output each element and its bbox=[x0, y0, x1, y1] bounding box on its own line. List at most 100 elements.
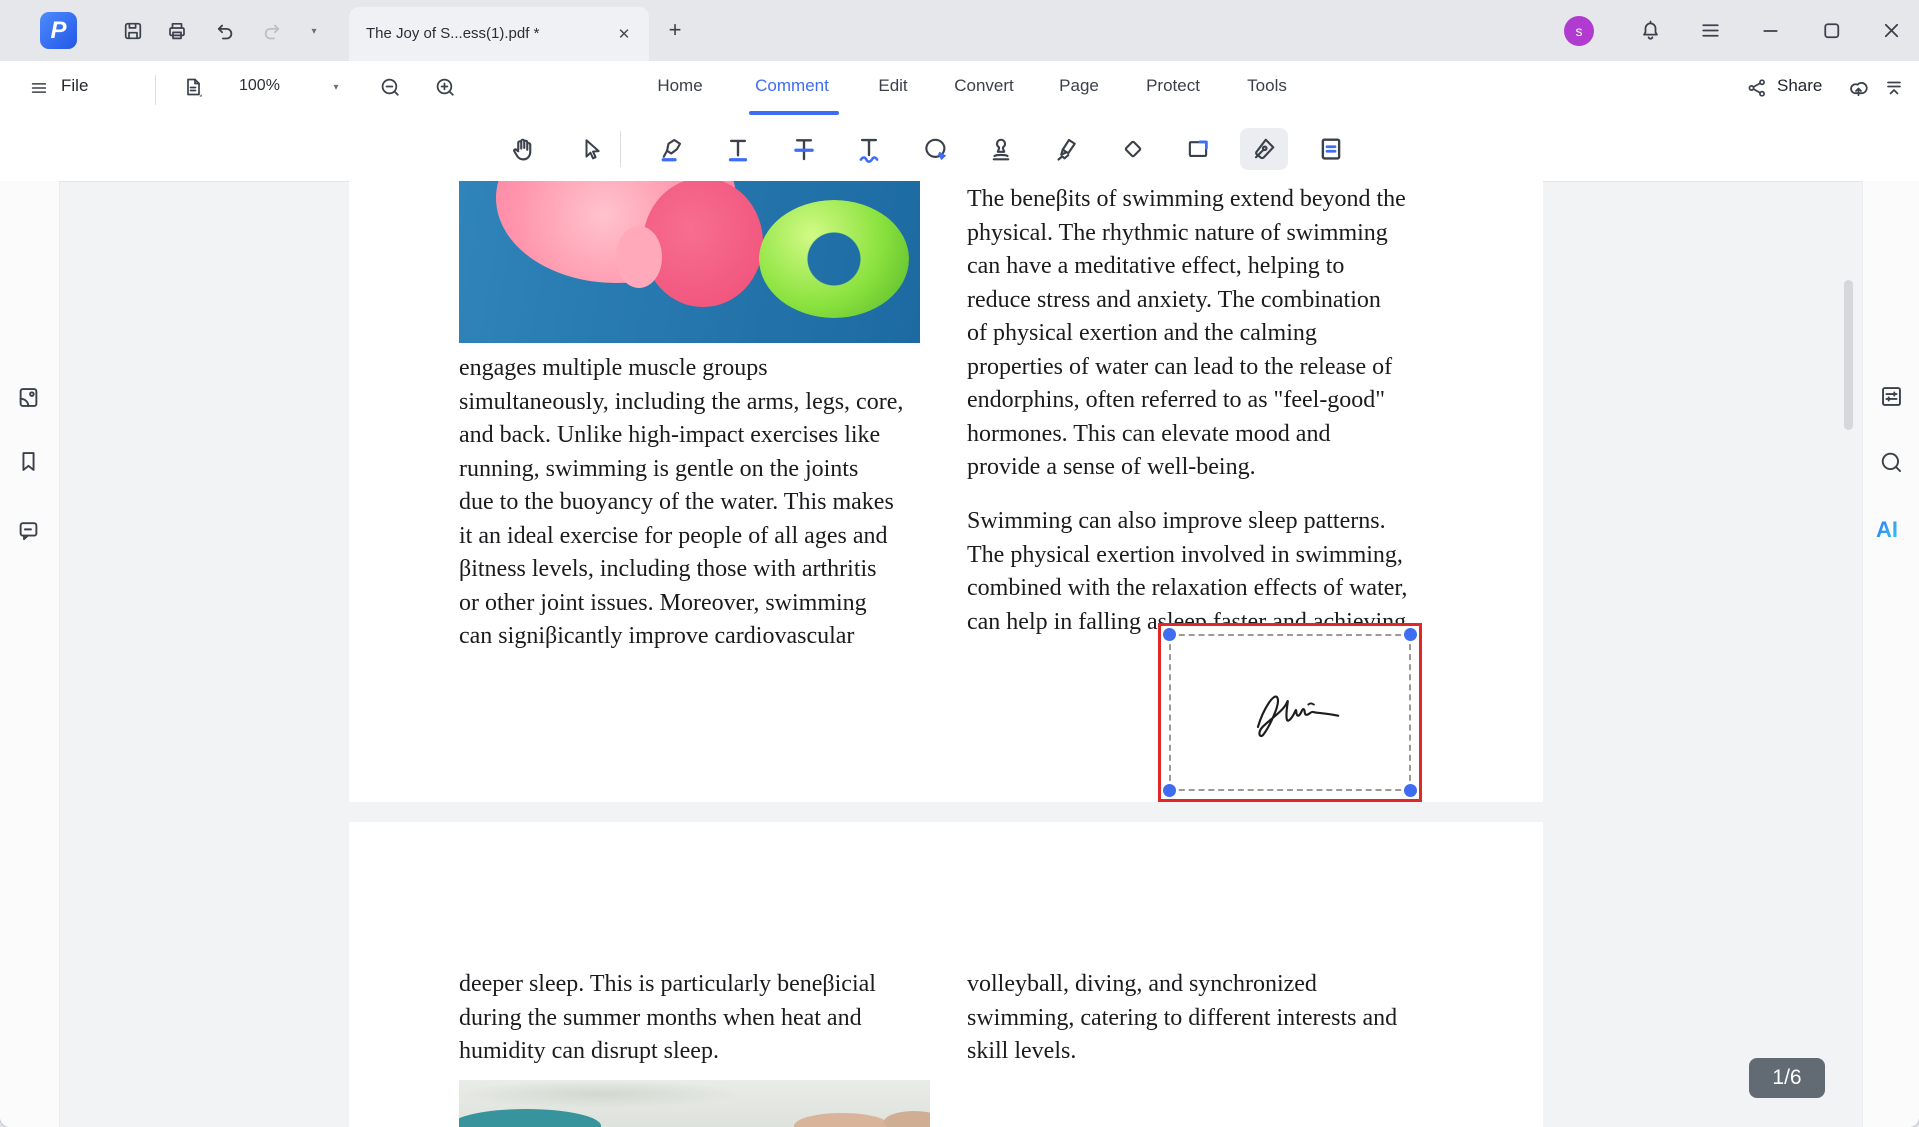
zoom-out-icon bbox=[381, 78, 399, 96]
pencil-tool-button[interactable] bbox=[1047, 129, 1087, 169]
zoom-dropdown-caret[interactable]: ▾ bbox=[322, 73, 350, 101]
note-tool-button[interactable] bbox=[1311, 129, 1351, 169]
text-line: Swimming can also improve sleep patterns… bbox=[967, 508, 1386, 534]
eraser-tool-button[interactable] bbox=[1113, 129, 1153, 169]
ai-panel-button[interactable]: AI bbox=[1876, 517, 1898, 543]
page-fit-icon bbox=[187, 78, 202, 97]
bookmark-icon bbox=[22, 452, 35, 471]
hand-tool-button[interactable] bbox=[503, 129, 543, 169]
close-window-button[interactable] bbox=[1877, 16, 1905, 44]
sliders-icon bbox=[1882, 387, 1901, 406]
collapse-toolbar-button[interactable] bbox=[1880, 74, 1908, 102]
tab-tools[interactable]: Tools bbox=[1247, 61, 1287, 111]
pink-float-tail bbox=[615, 226, 662, 288]
properties-panel-button[interactable] bbox=[1878, 383, 1905, 410]
annotations-panel-button[interactable] bbox=[15, 517, 42, 544]
bell-icon bbox=[1642, 20, 1658, 40]
redo-button[interactable] bbox=[258, 17, 286, 45]
print-icon bbox=[169, 22, 185, 40]
teal-shape bbox=[459, 1109, 601, 1127]
save-button[interactable] bbox=[119, 17, 147, 45]
ellipse-tool-button[interactable] bbox=[916, 129, 956, 169]
document-tab-title: The Joy of S...ess(1).pdf * bbox=[366, 25, 540, 42]
cloud-upload-button[interactable] bbox=[1844, 74, 1872, 102]
main-menu-button[interactable] bbox=[1696, 16, 1724, 44]
hand-icon bbox=[513, 138, 532, 161]
resize-handle-top-right[interactable] bbox=[1404, 628, 1417, 641]
signature-annotation[interactable] bbox=[1158, 623, 1422, 802]
zoom-in-button[interactable] bbox=[431, 73, 459, 101]
text-line: or other joint issues. Moreover, swimmin… bbox=[459, 589, 867, 616]
minimize-icon bbox=[1762, 29, 1778, 32]
strikethrough-tool-button[interactable] bbox=[784, 129, 824, 169]
vertical-scrollbar[interactable] bbox=[1844, 280, 1853, 430]
text-line: humidity can disrupt sleep. bbox=[459, 1038, 719, 1064]
minimize-button[interactable] bbox=[1756, 16, 1784, 44]
note-icon bbox=[1321, 138, 1341, 160]
ribbon-bar: File 100% ▾ Home Comment Edit Convert Pa… bbox=[0, 61, 1919, 118]
tab-edit[interactable]: Edit bbox=[878, 61, 907, 111]
underline-tool-button[interactable] bbox=[718, 129, 758, 169]
comment-panel-icon bbox=[19, 522, 38, 541]
new-tab-button[interactable]: + bbox=[662, 17, 688, 43]
save-icon bbox=[124, 22, 142, 40]
highlight-tool-button[interactable] bbox=[652, 129, 692, 169]
comment-toolbar bbox=[0, 118, 1919, 182]
text-line: reduce stress and anxiety. The combinati… bbox=[967, 286, 1381, 313]
text-line: The physical exertion involved in swimmi… bbox=[967, 541, 1403, 568]
zoom-out-button[interactable] bbox=[376, 73, 404, 101]
stamp-tool-button[interactable] bbox=[981, 129, 1021, 169]
text-line: deeper sleep. This is particularly beneβ… bbox=[459, 971, 876, 997]
tab-convert[interactable]: Convert bbox=[954, 61, 1014, 111]
file-menu-button[interactable] bbox=[25, 74, 53, 102]
page2-right-column: volleyball, diving, and synchronized swi… bbox=[967, 968, 1397, 1069]
user-avatar[interactable]: s bbox=[1564, 16, 1594, 46]
undo-button[interactable] bbox=[210, 17, 238, 45]
redo-icon bbox=[264, 24, 279, 39]
text-line: can have a meditative effect, helping to bbox=[967, 253, 1345, 279]
thumbnails-panel-button[interactable] bbox=[15, 384, 42, 411]
close-tab-icon[interactable]: ✕ bbox=[613, 23, 635, 45]
select-tool-button[interactable] bbox=[570, 129, 610, 169]
share-label[interactable]: Share bbox=[1777, 61, 1822, 111]
title-bar: P ▾ The Joy of S...ess(1).pdf * ✕ + s bbox=[0, 0, 1919, 61]
highlighter-icon bbox=[661, 138, 682, 162]
resize-handle-top-left[interactable] bbox=[1163, 628, 1176, 641]
app-logo-icon: P bbox=[40, 12, 77, 49]
text-line: engages multiple muscle groups bbox=[459, 355, 768, 381]
rectangle-tool-button[interactable] bbox=[1178, 129, 1218, 169]
divider bbox=[155, 75, 156, 105]
text-line: The beneβits of swimming extend beyond t… bbox=[967, 186, 1406, 212]
text-line: βitness levels, including those with art… bbox=[459, 556, 877, 582]
text-line: during the summer months when heat and bbox=[459, 1004, 862, 1031]
stamp-icon bbox=[992, 138, 1010, 161]
tab-protect[interactable]: Protect bbox=[1146, 61, 1200, 111]
file-menu-label[interactable]: File bbox=[61, 61, 88, 111]
text-line: hormones. This can elevate mood and bbox=[967, 420, 1331, 447]
document-tab[interactable]: The Joy of S...ess(1).pdf * ✕ bbox=[349, 7, 649, 61]
tab-home[interactable]: Home bbox=[657, 61, 702, 111]
hamburger-icon bbox=[1701, 23, 1719, 37]
print-button[interactable] bbox=[163, 17, 191, 45]
search-icon bbox=[1881, 452, 1902, 473]
pink-float-wing bbox=[643, 181, 764, 308]
search-panel-button[interactable] bbox=[1878, 449, 1905, 476]
share-button[interactable] bbox=[1743, 74, 1771, 102]
bookmarks-panel-button[interactable] bbox=[15, 448, 42, 475]
undo-history-caret[interactable]: ▾ bbox=[300, 17, 328, 45]
tab-comment[interactable]: Comment bbox=[755, 61, 829, 111]
tab-page[interactable]: Page bbox=[1059, 61, 1099, 111]
resize-handle-bottom-left[interactable] bbox=[1163, 784, 1176, 797]
pen-nib-icon bbox=[1254, 138, 1275, 160]
squiggly-tool-button[interactable] bbox=[849, 129, 889, 169]
maximize-button[interactable] bbox=[1817, 16, 1845, 44]
fit-page-button[interactable] bbox=[179, 73, 207, 101]
zoom-level-value[interactable]: 100% bbox=[239, 61, 280, 111]
cloud-upload-icon bbox=[1849, 81, 1868, 96]
signature-tool-button[interactable] bbox=[1240, 128, 1288, 170]
resize-handle-bottom-right[interactable] bbox=[1404, 784, 1417, 797]
text-line: it an ideal exercise for people of all a… bbox=[459, 522, 888, 549]
notifications-button[interactable] bbox=[1636, 16, 1664, 44]
text-underline-icon bbox=[728, 139, 748, 162]
text-line: skill levels. bbox=[967, 1038, 1077, 1064]
